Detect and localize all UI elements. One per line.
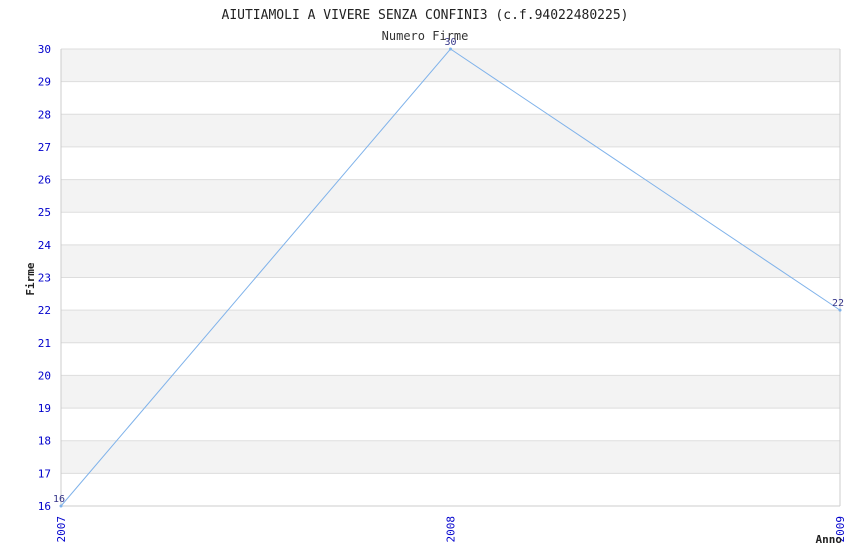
plot-band (61, 440, 840, 474)
chart-title: AIUTIAMOLI A VIVERE SENZA CONFINI3 (c.f.… (222, 8, 629, 23)
plot-band (61, 310, 840, 343)
y-tick-label: 17 (38, 467, 51, 480)
y-tick-label: 22 (38, 304, 51, 317)
chart: 16 17 18 19 20 21 22 23 24 25 26 27 28 29 30 2007 2008 2… (24, 8, 847, 546)
y-tick-label: 28 (38, 108, 51, 121)
plot-band (61, 179, 840, 213)
data-label: 22 (832, 298, 844, 309)
x-axis-label: Anno (816, 533, 843, 546)
y-tick-label: 25 (38, 206, 51, 219)
y-axis-label: Firme (24, 262, 37, 295)
y-tick-label: 24 (38, 239, 52, 252)
y-tick-label: 26 (38, 174, 51, 187)
plot-bands (61, 49, 840, 474)
x-tick-label: 2008 (445, 516, 458, 543)
y-tick-label: 30 (38, 43, 51, 56)
y-tick-label: 20 (38, 369, 51, 382)
plot-band (61, 244, 840, 278)
y-tick-label: 29 (38, 76, 51, 89)
plot-band (61, 49, 840, 82)
plot-band (61, 375, 840, 409)
x-tick-labels: 2007 2008 2009 (55, 516, 847, 543)
y-tick-label: 27 (38, 141, 51, 154)
y-tick-label: 23 (38, 272, 51, 285)
plot-band (61, 114, 840, 147)
y-tick-label: 21 (38, 337, 51, 350)
data-label: 16 (53, 494, 65, 505)
x-tick-label: 2007 (55, 516, 68, 543)
chart-subtitle: Numero Firme (382, 29, 469, 43)
y-tick-label: 16 (38, 500, 51, 513)
y-tick-label: 19 (38, 402, 51, 415)
y-tick-labels: 16 17 18 19 20 21 22 23 24 25 26 27 28 29 30 (38, 43, 52, 513)
y-tick-label: 18 (38, 435, 51, 448)
